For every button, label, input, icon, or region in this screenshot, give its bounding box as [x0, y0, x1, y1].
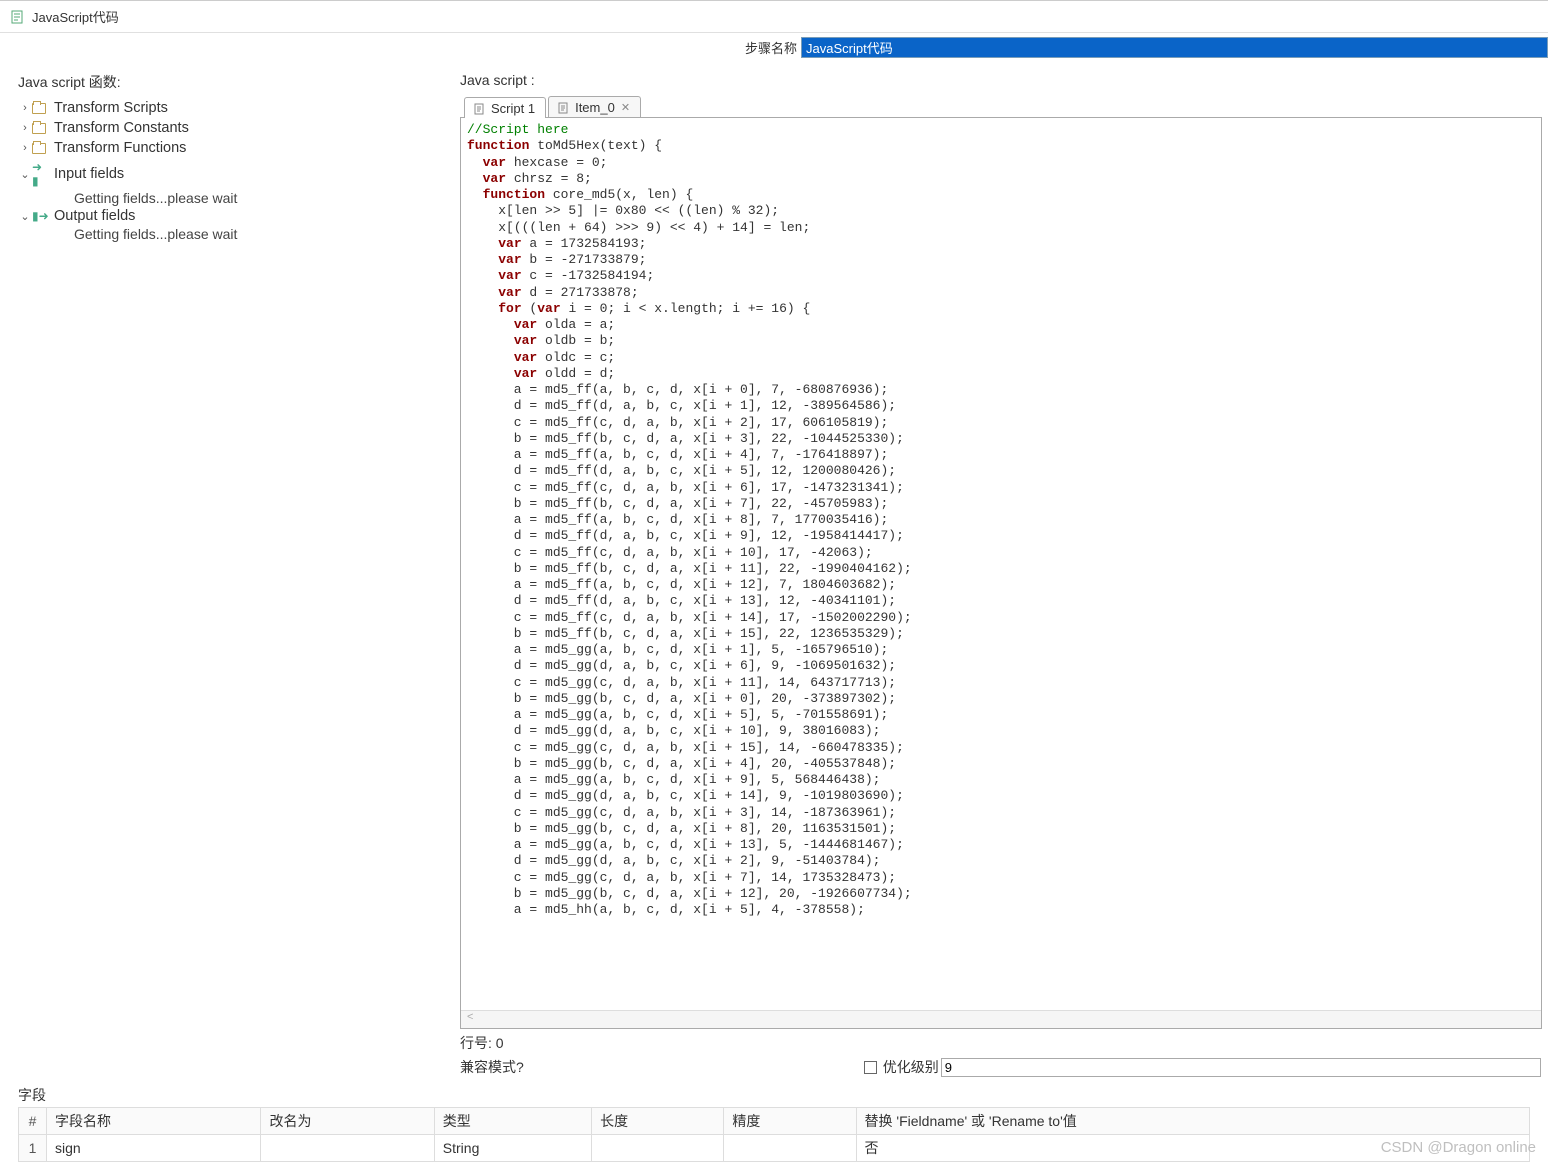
chevron-down-icon[interactable]: ⌄ [18, 168, 32, 181]
titlebar: JavaScript代码 [0, 1, 1548, 33]
step-name-input[interactable] [801, 37, 1548, 58]
chevron-down-icon[interactable]: ⌄ [18, 210, 32, 223]
tree-item-label: Transform Scripts [54, 100, 168, 116]
code-editor[interactable]: //Script herefunction toMd5Hex(text) { v… [460, 118, 1542, 1029]
tree-item-transform-scripts[interactable]: › Transform Scripts [18, 98, 454, 118]
script-step-icon [10, 9, 26, 25]
optimize-level-input[interactable] [941, 1058, 1541, 1077]
folder-icon [32, 103, 48, 114]
table-cell[interactable]: 1 [19, 1135, 47, 1162]
tree-item-label: Transform Functions [54, 140, 186, 156]
script-tabs[interactable]: Script 1 Item_0 ✕ [460, 92, 1542, 118]
window-title: JavaScript代码 [32, 7, 119, 26]
fields-col-header[interactable]: 长度 [592, 1108, 724, 1135]
functions-pane: Java script 函数: › Transform Scripts › Trans… [0, 62, 460, 1083]
folder-icon [32, 123, 48, 134]
table-cell[interactable]: String [434, 1135, 591, 1162]
script-tab-icon [473, 102, 487, 116]
tree-item-input-fields[interactable]: ⌄➜​▮ Input fields [18, 158, 454, 190]
tree-item-label: Input fields [54, 166, 124, 182]
fields-col-header[interactable]: 改名为 [261, 1108, 434, 1135]
functions-heading: Java script 函数: [18, 72, 454, 92]
script-tab-icon [557, 101, 571, 115]
table-cell[interactable] [261, 1135, 434, 1162]
fields-heading: 字段 [18, 1085, 1530, 1105]
step-name-row: 步骤名称 [0, 33, 1548, 62]
functions-tree[interactable]: › Transform Scripts › Transform Constants › T… [18, 98, 454, 242]
table-cell[interactable]: sign [47, 1135, 261, 1162]
compat-mode-label: 兼容模式? [460, 1057, 524, 1077]
fields-col-header[interactable]: 字段名称 [47, 1108, 261, 1135]
output-fields-icon: ▮➜ [32, 209, 48, 223]
fields-section: 字段 #字段名称改名为类型长度精度替换 'Fieldname' 或 'Renam… [0, 1083, 1548, 1162]
chevron-right-icon[interactable]: › [18, 102, 32, 114]
tab-label: Script 1 [491, 101, 535, 116]
chevron-right-icon[interactable]: › [18, 122, 32, 134]
close-icon[interactable]: ✕ [621, 101, 630, 114]
line-number-label: 行号: 0 [460, 1033, 504, 1053]
fields-col-header[interactable]: 替换 'Fieldname' 或 'Rename to'值 [856, 1108, 1529, 1135]
tree-item-label: Output fields [54, 208, 135, 224]
table-cell[interactable] [724, 1135, 856, 1162]
tree-item-transform-functions[interactable]: › Transform Functions [18, 138, 454, 158]
tab-script-1[interactable]: Script 1 [464, 97, 546, 118]
tree-child-loading: Getting fields...please wait [18, 190, 454, 206]
folder-icon [32, 143, 48, 154]
table-row[interactable]: 1signString否 [19, 1135, 1530, 1162]
optimize-level-label: 优化级别 [883, 1057, 939, 1077]
tree-item-transform-constants[interactable]: › Transform Constants [18, 118, 454, 138]
step-name-label: 步骤名称 [735, 38, 797, 57]
fields-col-header[interactable]: 类型 [434, 1108, 591, 1135]
fields-col-header[interactable]: 精度 [724, 1108, 856, 1135]
watermark: CSDN @Dragon online [1381, 1139, 1536, 1156]
compat-mode-checkbox[interactable] [864, 1061, 877, 1074]
script-heading: Java script : [460, 72, 1542, 88]
tree-item-label: Transform Constants [54, 120, 189, 136]
scrollbar-horizontal[interactable]: < [461, 1010, 1541, 1028]
script-pane: Java script : Script 1 Item_0 ✕ //Script h… [460, 62, 1548, 1083]
fields-table[interactable]: #字段名称改名为类型长度精度替换 'Fieldname' 或 'Rename t… [18, 1107, 1530, 1162]
tree-child-loading: Getting fields...please wait [18, 226, 454, 242]
table-cell[interactable] [592, 1135, 724, 1162]
chevron-right-icon[interactable]: › [18, 142, 32, 154]
tab-label: Item_0 [575, 100, 615, 115]
input-fields-icon: ➜​▮ [32, 160, 48, 188]
fields-col-header[interactable]: # [19, 1108, 47, 1135]
tree-item-output-fields[interactable]: ⌄▮➜ Output fields [18, 206, 454, 226]
tab-item_0[interactable]: Item_0 ✕ [548, 96, 641, 117]
